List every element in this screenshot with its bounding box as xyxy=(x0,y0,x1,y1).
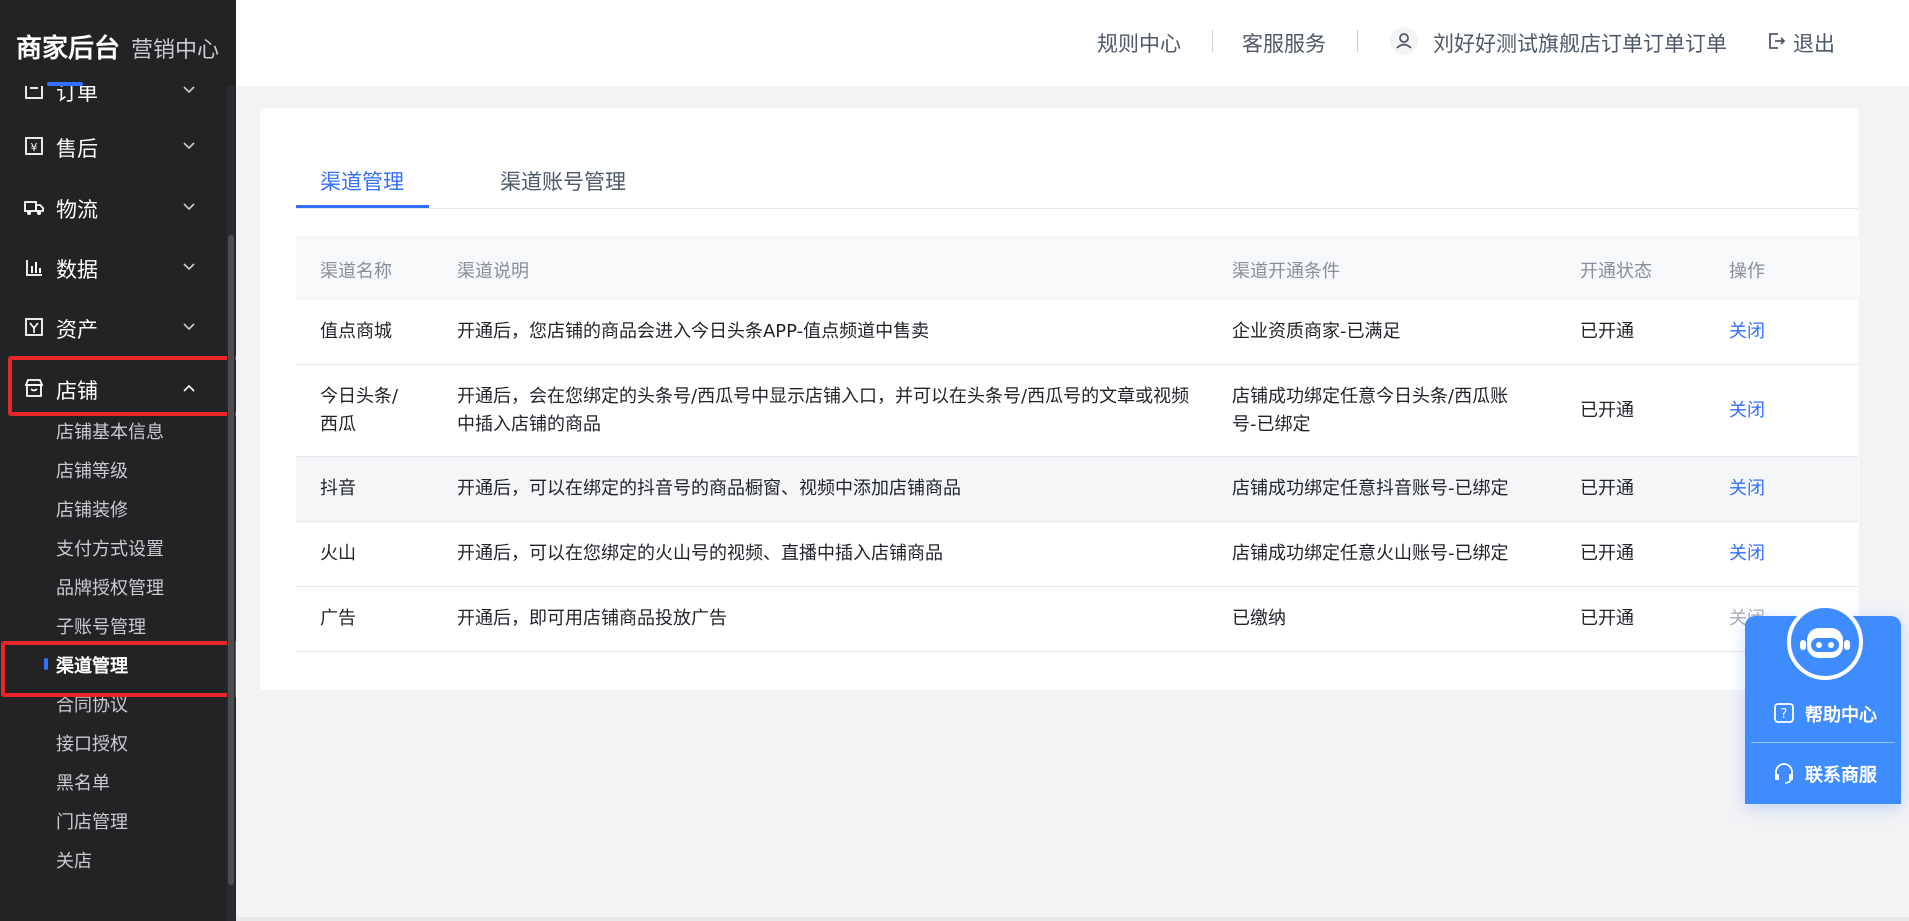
chevron-down-icon xyxy=(183,203,195,211)
channel-desc: 开通后，可以在绑定的抖音号的商品橱窗、视频中添加店铺商品 xyxy=(457,478,961,499)
table-row: 值点商城 开通后，您店铺的商品会进入今日头条APP-值点频道中售卖 企业资质商家… xyxy=(296,300,1858,365)
column-header-desc: 渠道说明 xyxy=(457,261,529,282)
logout-button[interactable]: 退出 xyxy=(1793,28,1835,58)
submenu-blacklist[interactable]: 黑名单 xyxy=(56,769,110,795)
channel-desc: 开通后，即可用店铺商品投放广告 xyxy=(457,608,727,629)
question-icon: ? xyxy=(1774,703,1794,723)
help-divider xyxy=(1751,742,1895,743)
sidebar-group-assets[interactable]: 资产 xyxy=(0,303,228,351)
channel-name: 广告 xyxy=(320,608,356,629)
channel-name: 火山 xyxy=(320,543,356,564)
sidebar-scrollbar-thumb[interactable] xyxy=(228,235,234,885)
channel-name: 今日头条/西瓜 xyxy=(320,386,399,435)
robot-assistant-icon[interactable] xyxy=(1787,604,1863,680)
user-icon xyxy=(1390,27,1418,55)
contact-service-button[interactable]: 联系商服 xyxy=(1745,744,1901,802)
robot-face-icon xyxy=(1800,628,1850,658)
submenu-api-authorization[interactable]: 接口授权 xyxy=(56,730,128,756)
chevron-down-icon xyxy=(183,142,195,150)
channel-condition: 店铺成功绑定任意火山账号-已绑定 xyxy=(1232,543,1509,564)
submenu-payment-settings[interactable]: 支付方式设置 xyxy=(56,535,164,561)
sidebar-group-logistics[interactable]: 物流 xyxy=(0,183,228,231)
close-channel-button[interactable]: 关闭 xyxy=(1729,318,1765,346)
column-header-name: 渠道名称 xyxy=(320,261,392,282)
column-header-status: 开通状态 xyxy=(1580,261,1652,282)
submenu-sub-accounts[interactable]: 子账号管理 xyxy=(56,613,146,639)
channel-status: 已开通 xyxy=(1580,321,1634,342)
sidebar-group-label: 售后 xyxy=(56,137,98,161)
help-center-button[interactable]: ? 帮助中心 xyxy=(1745,684,1901,742)
rules-center-link[interactable]: 规则中心 xyxy=(1097,28,1181,58)
submenu-brand-authorization[interactable]: 品牌授权管理 xyxy=(56,574,164,600)
column-header-action: 操作 xyxy=(1729,261,1765,282)
channel-status: 已开通 xyxy=(1580,478,1634,499)
submenu-close-store[interactable]: 关店 xyxy=(56,847,92,873)
bar-chart-icon xyxy=(26,260,42,276)
channel-condition: 店铺成功绑定任意今日头条/西瓜账号-已绑定 xyxy=(1232,386,1509,435)
customer-service-link[interactable]: 客服服务 xyxy=(1242,28,1326,58)
help-center-label: 帮助中心 xyxy=(1805,705,1877,726)
highlight-box-store xyxy=(8,356,236,416)
submenu-store-basic-info[interactable]: 店铺基本信息 xyxy=(56,418,164,444)
channel-status: 已开通 xyxy=(1580,400,1634,421)
close-channel-button[interactable]: 关闭 xyxy=(1729,475,1765,503)
table-header: 渠道名称 渠道说明 渠道开通条件 开通状态 操作 xyxy=(296,236,1858,300)
sidebar-group-after-sales[interactable]: ¥ 售后 xyxy=(0,122,228,170)
tab-channel-management[interactable]: 渠道管理 xyxy=(320,166,404,196)
channel-status: 已开通 xyxy=(1580,543,1634,564)
chevron-down-icon xyxy=(183,263,195,271)
channel-status: 已开通 xyxy=(1580,608,1634,629)
asset-icon xyxy=(25,318,43,336)
submenu-shop-management[interactable]: 门店管理 xyxy=(56,808,128,834)
sidebar-group-label: 资产 xyxy=(56,318,98,342)
contact-service-label: 联系商服 xyxy=(1805,765,1877,786)
chevron-down-icon xyxy=(183,323,195,331)
truck-icon xyxy=(24,201,44,215)
sidebar-group-data[interactable]: 数据 xyxy=(0,243,228,291)
header-separator xyxy=(1212,30,1213,52)
table-row: 火山 开通后，可以在您绑定的火山号的视频、直播中插入店铺商品 店铺成功绑定任意火… xyxy=(296,522,1858,587)
brand-title: 商家后台 xyxy=(16,34,121,64)
channel-condition: 已缴纳 xyxy=(1232,608,1286,629)
sidebar-group-label: 物流 xyxy=(56,198,98,222)
column-header-condition: 渠道开通条件 xyxy=(1232,261,1340,282)
channel-management-card: 渠道管理 渠道账号管理 渠道名称 渠道说明 渠道开通条件 开通状态 操作 值点商… xyxy=(260,108,1859,690)
table-row: 广告 开通后，即可用店铺商品投放广告 已缴纳 已开通 关闭 xyxy=(296,587,1858,652)
table-row: 抖音 开通后，可以在绑定的抖音号的商品橱窗、视频中添加店铺商品 店铺成功绑定任意… xyxy=(296,457,1858,522)
tab-channel-account-management[interactable]: 渠道账号管理 xyxy=(500,166,626,196)
channel-condition: 企业资质商家-已满足 xyxy=(1232,321,1401,342)
channel-condition: 店铺成功绑定任意抖音账号-已绑定 xyxy=(1232,478,1509,499)
sidebar-group-label: 数据 xyxy=(56,258,98,282)
sidebar: 订单 商家后台 营销中心 ¥ 售后 物流 数据 资产 店铺 店铺基本信息 店铺等… xyxy=(0,0,236,921)
yen-receipt-icon: ¥ xyxy=(25,137,43,155)
close-channel-button[interactable]: 关闭 xyxy=(1729,540,1765,568)
bottom-bar xyxy=(236,917,1909,921)
top-header: 规则中心 客服服务 刘好好测试旗舰店订单订单订单 退出 xyxy=(236,0,1909,86)
highlight-box-channel xyxy=(1,641,236,697)
submenu-store-decoration[interactable]: 店铺装修 xyxy=(56,496,128,522)
header-separator xyxy=(1357,30,1358,52)
close-channel-button[interactable]: 关闭 xyxy=(1729,397,1765,425)
channel-desc: 开通后，会在您绑定的头条号/西瓜号中显示店铺入口，并可以在头条号/西瓜号的文章或… xyxy=(457,386,1190,435)
channel-desc: 开通后，您店铺的商品会进入今日头条APP-值点频道中售卖 xyxy=(457,321,930,342)
tab-divider xyxy=(296,208,1858,209)
table-row: 今日头条/西瓜 开通后，会在您绑定的头条号/西瓜号中显示店铺入口，并可以在头条号… xyxy=(296,365,1858,457)
user-name[interactable]: 刘好好测试旗舰店订单订单订单 xyxy=(1433,28,1727,58)
headset-icon xyxy=(1775,763,1793,784)
logout-icon xyxy=(1769,33,1786,49)
svg-text:?: ? xyxy=(1781,707,1788,722)
brand-header: 商家后台 营销中心 xyxy=(0,0,236,86)
marketing-center-link[interactable]: 营销中心 xyxy=(131,32,219,64)
submenu-store-level[interactable]: 店铺等级 xyxy=(56,457,128,483)
brand-underline xyxy=(47,82,83,86)
svg-text:¥: ¥ xyxy=(31,141,38,154)
channel-name: 值点商城 xyxy=(320,321,392,342)
channel-desc: 开通后，可以在您绑定的火山号的视频、直播中插入店铺商品 xyxy=(457,543,943,564)
channel-name: 抖音 xyxy=(320,478,356,499)
